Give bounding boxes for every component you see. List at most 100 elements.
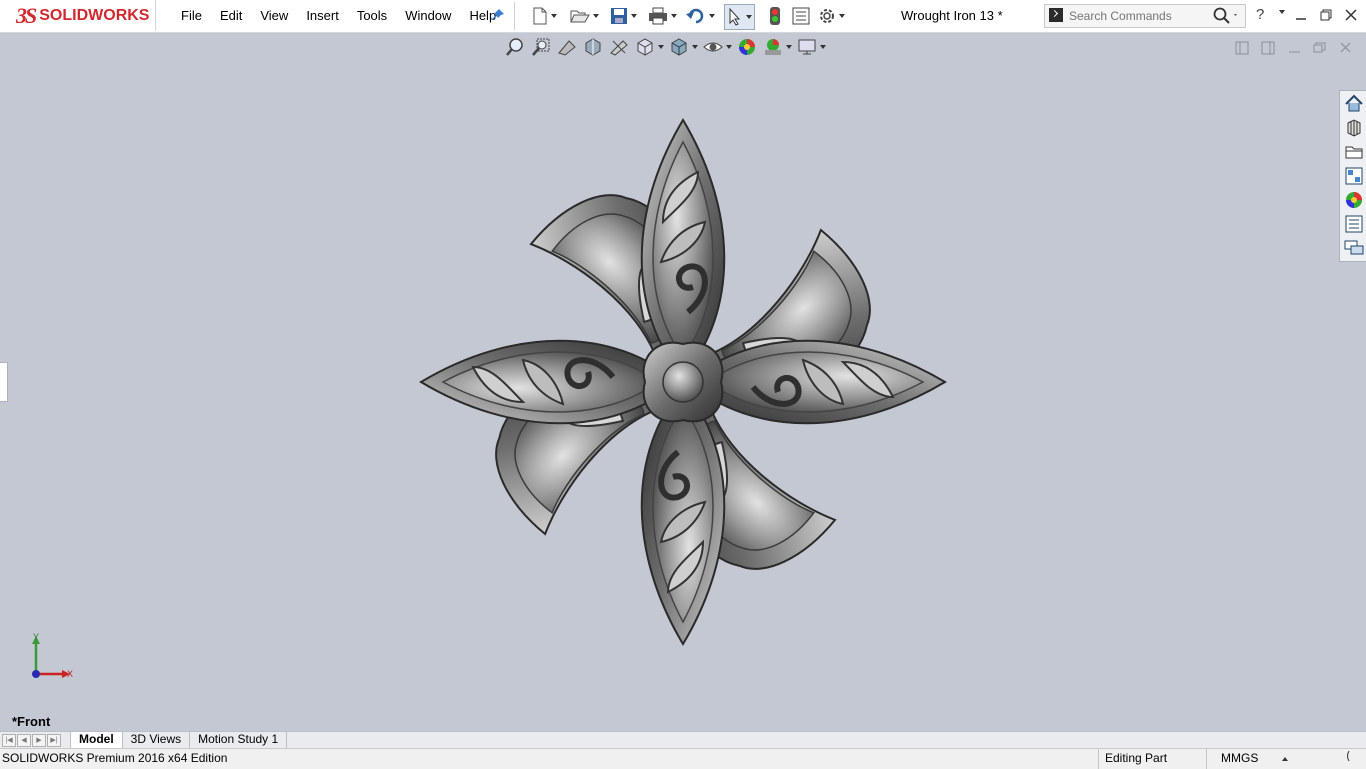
tab-last-button[interactable]: ▶| bbox=[47, 734, 61, 747]
title-bar: 3S SOLIDWORKS File Edit View Insert Tool… bbox=[0, 0, 1366, 33]
model-tabs-bar: |◀ ◀ ▶ ▶| Model 3D Views Motion Study 1 bbox=[0, 731, 1366, 749]
appearances-scenes-tab[interactable] bbox=[1342, 189, 1366, 211]
dynamic-annotation-button[interactable] bbox=[608, 37, 630, 57]
tab-next-button[interactable]: ▶ bbox=[32, 734, 46, 747]
rosette-center-boss bbox=[642, 341, 724, 423]
view-orientation-button[interactable] bbox=[634, 37, 664, 57]
tab-3d-views[interactable]: 3D Views bbox=[123, 732, 191, 748]
chevron-down-icon[interactable] bbox=[691, 45, 698, 49]
save-icon bbox=[611, 8, 627, 24]
solidworks-logo[interactable]: 3S SOLIDWORKS bbox=[0, 0, 156, 31]
restore-icon[interactable] bbox=[1318, 7, 1334, 23]
unit-system-selector[interactable]: MMGS bbox=[1206, 749, 1301, 769]
chevron-down-icon[interactable] bbox=[819, 45, 826, 49]
toolbar-separator bbox=[514, 2, 515, 30]
menu-file[interactable]: File bbox=[172, 0, 211, 31]
triad-y-label: Y bbox=[33, 632, 39, 642]
viewport-restore-icon[interactable] bbox=[1313, 42, 1326, 53]
edit-appearance-button[interactable] bbox=[736, 37, 758, 57]
open-folder-icon bbox=[570, 10, 590, 23]
chevron-down-icon[interactable] bbox=[746, 15, 752, 19]
chevron-down-icon[interactable] bbox=[785, 45, 792, 49]
view-palette-tab[interactable] bbox=[1342, 165, 1366, 187]
custom-properties-tab[interactable] bbox=[1342, 213, 1366, 235]
status-tooltip-toggle[interactable] bbox=[1338, 749, 1364, 769]
properties-list-icon bbox=[792, 7, 810, 25]
display-style-button[interactable] bbox=[668, 37, 698, 57]
open-document-button[interactable] bbox=[570, 6, 599, 26]
help-dropdown-icon[interactable] bbox=[1279, 10, 1285, 14]
file-explorer-tab[interactable] bbox=[1342, 141, 1366, 163]
chevron-down-icon[interactable] bbox=[593, 14, 599, 18]
heads-up-view-toolbar bbox=[504, 37, 830, 57]
wrought-iron-rosette-model[interactable] bbox=[410, 112, 956, 652]
display-style-icon bbox=[671, 38, 686, 56]
cursor-arrow-icon bbox=[729, 8, 741, 26]
chevron-down-icon[interactable] bbox=[671, 14, 677, 18]
zoom-to-area-button[interactable] bbox=[530, 37, 552, 57]
chevron-down-icon[interactable] bbox=[631, 14, 637, 18]
tile-left-icon[interactable] bbox=[1235, 41, 1249, 55]
search-input[interactable] bbox=[1067, 6, 1211, 26]
chevron-down-icon[interactable] bbox=[551, 14, 557, 18]
solidworks-resources-tab[interactable] bbox=[1342, 93, 1366, 115]
eye-icon bbox=[702, 42, 723, 52]
minimize-icon[interactable] bbox=[1293, 7, 1309, 23]
chevron-down-icon[interactable] bbox=[657, 45, 664, 49]
unit-system-label: MMGS bbox=[1221, 751, 1259, 765]
menu-insert[interactable]: Insert bbox=[297, 0, 348, 31]
view-orientation-icon bbox=[637, 38, 652, 56]
tab-prev-button[interactable]: ◀ bbox=[17, 734, 31, 747]
status-toggle-icon bbox=[1347, 750, 1350, 762]
scene-icon bbox=[764, 39, 781, 55]
chevron-down-icon[interactable] bbox=[709, 14, 715, 18]
search-icon bbox=[1213, 7, 1237, 24]
feature-manager-collapse-handle[interactable] bbox=[0, 362, 8, 402]
view-palette-icon bbox=[1345, 167, 1363, 185]
menu-view[interactable]: View bbox=[251, 0, 297, 31]
tab-first-button[interactable]: |◀ bbox=[2, 734, 16, 747]
chevron-down-icon[interactable] bbox=[725, 45, 732, 49]
tab-motion-study-1[interactable]: Motion Study 1 bbox=[190, 732, 288, 748]
rebuild-button[interactable] bbox=[768, 6, 782, 26]
menu-tools[interactable]: Tools bbox=[348, 0, 396, 31]
forum-tab[interactable] bbox=[1342, 237, 1366, 259]
new-document-button[interactable] bbox=[532, 6, 557, 26]
traffic-light-icon bbox=[770, 7, 780, 25]
save-button[interactable] bbox=[610, 6, 637, 26]
undo-button[interactable] bbox=[686, 6, 715, 26]
task-pane-tabs bbox=[1339, 90, 1366, 262]
coordinate-triad: Y X bbox=[32, 632, 73, 679]
apply-scene-button[interactable] bbox=[762, 37, 792, 57]
menu-edit[interactable]: Edit bbox=[211, 0, 251, 31]
previous-view-icon bbox=[558, 40, 576, 56]
edition-label: SOLIDWORKS Premium 2016 x64 Edition bbox=[2, 751, 228, 765]
view-settings-button[interactable] bbox=[796, 37, 826, 57]
dynamic-annotation-icon bbox=[610, 40, 628, 56]
zoom-to-fit-button[interactable] bbox=[504, 37, 526, 57]
monitor-icon bbox=[798, 39, 815, 55]
status-bar: SOLIDWORKS Premium 2016 x64 Edition Edit… bbox=[0, 748, 1366, 769]
select-button[interactable] bbox=[724, 4, 755, 30]
search-button[interactable] bbox=[1213, 7, 1239, 28]
help-button[interactable]: ? bbox=[1256, 6, 1264, 23]
tab-model[interactable]: Model bbox=[70, 732, 123, 748]
pin-icon[interactable] bbox=[490, 7, 506, 23]
zoom-to-fit-icon bbox=[506, 38, 523, 56]
chevron-down-icon[interactable] bbox=[839, 14, 845, 18]
tile-right-icon[interactable] bbox=[1261, 41, 1275, 55]
file-properties-button[interactable] bbox=[792, 6, 810, 26]
search-commands-box[interactable] bbox=[1044, 4, 1246, 28]
home-icon bbox=[1345, 94, 1363, 112]
print-button[interactable] bbox=[648, 6, 677, 26]
menu-window[interactable]: Window bbox=[396, 0, 460, 31]
close-icon[interactable] bbox=[1343, 7, 1359, 23]
command-prompt-icon bbox=[1049, 8, 1063, 22]
section-view-button[interactable] bbox=[582, 37, 604, 57]
options-button[interactable] bbox=[818, 6, 845, 26]
hide-show-items-button[interactable] bbox=[702, 37, 732, 57]
previous-view-button[interactable] bbox=[556, 37, 578, 57]
design-library-tab[interactable] bbox=[1342, 117, 1366, 139]
viewport-window-controls bbox=[1235, 41, 1351, 55]
viewport-close-icon[interactable] bbox=[1340, 42, 1351, 53]
